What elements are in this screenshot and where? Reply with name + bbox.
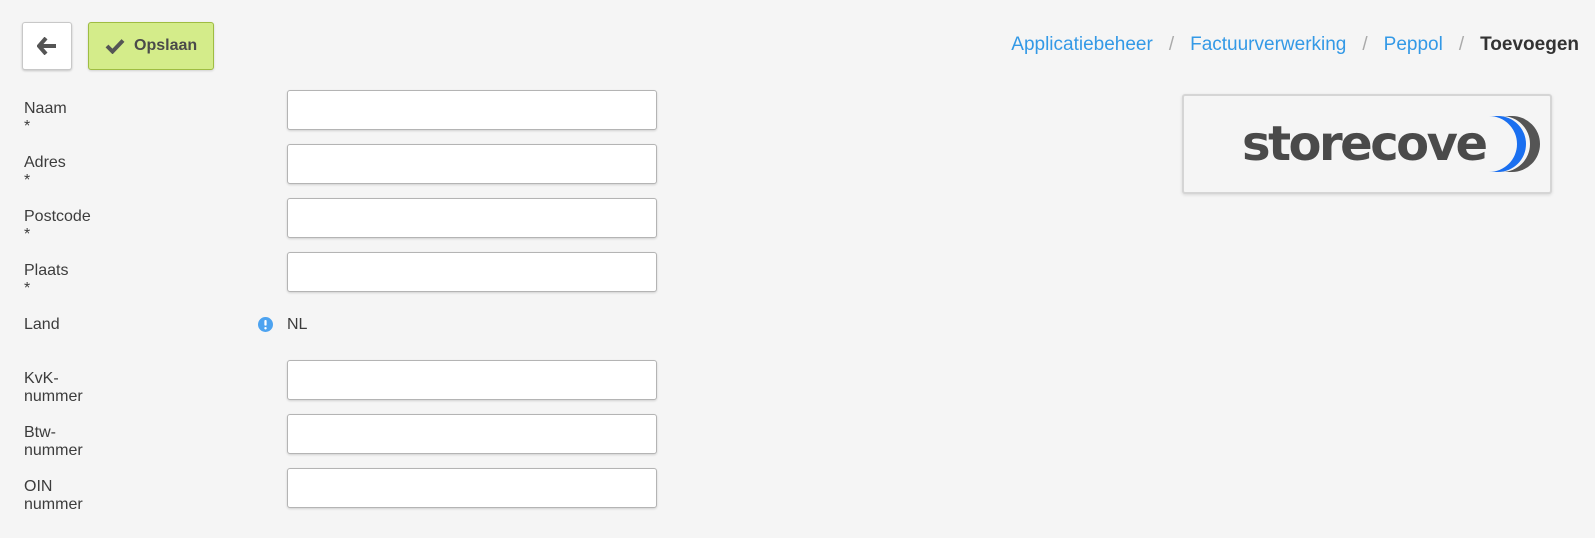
- info-icon[interactable]: [258, 317, 273, 332]
- arrow-left-icon: [37, 37, 56, 55]
- kvk-input[interactable]: [287, 360, 657, 400]
- breadcrumb-factuurverwerking[interactable]: Factuurverwerking: [1190, 34, 1346, 56]
- naam-label: Naam *: [24, 100, 67, 135]
- adres-label: Adres *: [24, 154, 66, 189]
- plaats-label: Plaats *: [24, 262, 69, 297]
- checkmark-icon: [105, 39, 125, 54]
- btw-label: Btw-nummer: [24, 424, 83, 459]
- land-value: NL: [287, 316, 308, 333]
- storecove-logo-card: storecove: [1182, 94, 1552, 194]
- save-button-label: Opslaan: [134, 37, 198, 54]
- breadcrumb-applicatiebeheer[interactable]: Applicatiebeheer: [1011, 34, 1153, 56]
- save-button[interactable]: Opslaan: [88, 22, 215, 70]
- plaats-input[interactable]: [287, 252, 657, 292]
- back-button[interactable]: [22, 22, 72, 70]
- toolbar: Opslaan: [22, 22, 215, 70]
- btw-input[interactable]: [287, 414, 657, 454]
- storecove-logo: storecove: [1242, 116, 1540, 172]
- breadcrumb-current: Toevoegen: [1480, 34, 1579, 55]
- breadcrumb-peppol[interactable]: Peppol: [1384, 34, 1443, 56]
- kvk-label: KvK-nummer: [24, 370, 83, 405]
- postcode-label: Postcode *: [24, 208, 91, 243]
- oin-input[interactable]: [287, 468, 657, 508]
- breadcrumb-separator: /: [1362, 34, 1368, 55]
- breadcrumb-separator: /: [1458, 34, 1465, 55]
- storecove-logo-text: storecove: [1242, 116, 1486, 172]
- oin-label: OIN nummer: [24, 478, 83, 513]
- adres-input[interactable]: [287, 144, 657, 184]
- land-label: Land: [24, 316, 60, 333]
- postcode-input[interactable]: [287, 198, 657, 238]
- breadcrumb-separator: /: [1168, 34, 1175, 55]
- breadcrumb: Applicatiebeheer / Factuurverwerking / P…: [1011, 34, 1579, 56]
- naam-input[interactable]: [287, 90, 657, 130]
